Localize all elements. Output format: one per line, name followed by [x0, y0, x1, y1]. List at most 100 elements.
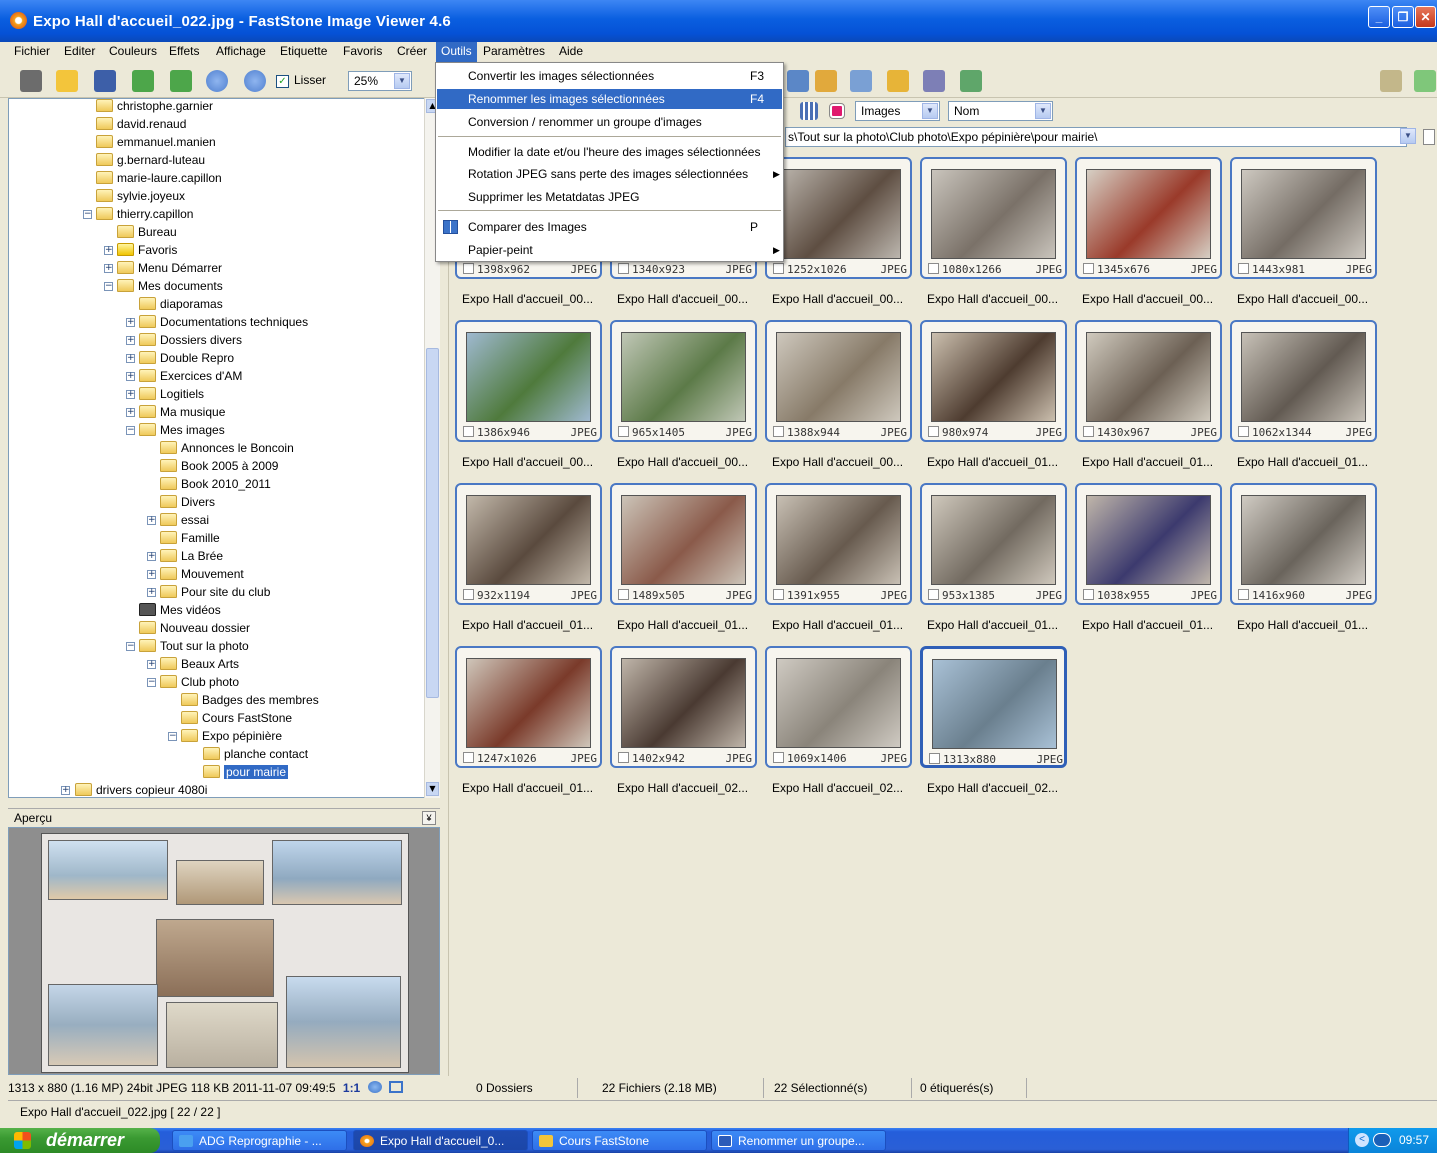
expand-icon[interactable]: + — [104, 246, 113, 255]
tag-checkbox[interactable] — [928, 589, 939, 600]
thumbnail-frame[interactable]: 1313x880 JPEG — [920, 646, 1067, 768]
zoom-in-icon[interactable] — [206, 70, 228, 92]
path-input[interactable]: s\Tout sur la photo\Club photo\Expo pépi… — [785, 127, 1407, 147]
thumbnail-frame[interactable]: 1443x981 JPEG — [1230, 157, 1377, 279]
thumbnail-cell[interactable]: 1402x942 JPEG Expo Hall d'accueil_02... — [610, 646, 757, 809]
thumbnail-image[interactable] — [776, 495, 901, 585]
menu-item-supprimer-metadatas[interactable]: Supprimer les Metatdatas JPEG — [437, 187, 782, 207]
thumbnail-cell[interactable]: 1388x944 JPEG Expo Hall d'accueil_00... — [765, 320, 912, 483]
thumbnail-cell[interactable]: 1252x1026 JPEG Expo Hall d'accueil_00... — [765, 157, 912, 320]
collapse-icon[interactable]: − — [126, 426, 135, 435]
expand-icon[interactable]: + — [126, 372, 135, 381]
tree-node[interactable]: Menu Démarrer — [117, 259, 222, 277]
menu-item-papier-peint[interactable]: Papier-peint ▶ — [437, 240, 782, 260]
thumbnail-frame[interactable]: 980x974 JPEG — [920, 320, 1067, 442]
expand-icon[interactable]: + — [61, 786, 70, 795]
tag-checkbox[interactable] — [618, 263, 629, 274]
fit-icon[interactable] — [388, 1081, 403, 1093]
thumbnail-frame[interactable]: 1038x955 JPEG — [1075, 483, 1222, 605]
desktop-icon[interactable] — [960, 70, 982, 92]
tree-node[interactable]: Documentations techniques — [139, 313, 308, 331]
tree-node-selected[interactable]: pour mairie — [203, 763, 289, 781]
tree-node[interactable]: Bureau — [117, 223, 177, 241]
thumbnail-frame[interactable]: 932x1194 JPEG — [455, 483, 602, 605]
view-icon[interactable] — [787, 70, 809, 92]
thumbnail-frame[interactable]: 1430x967 JPEG — [1075, 320, 1222, 442]
thumbnail-cell[interactable]: 1038x955 JPEG Expo Hall d'accueil_01... — [1075, 483, 1222, 646]
menu-item-comparer[interactable]: Comparer des Images P — [437, 217, 782, 237]
menu-editer[interactable]: Editer — [59, 42, 100, 62]
sort-combo[interactable]: Nom ▼ — [948, 101, 1053, 121]
thumbnail-cell[interactable]: 965x1405 JPEG Expo Hall d'accueil_00... — [610, 320, 757, 483]
thumbnail-cell[interactable]: 932x1194 JPEG Expo Hall d'accueil_01... — [455, 483, 602, 646]
folder-tree[interactable]: christophe.garnier david.renaud emmanuel… — [8, 98, 440, 798]
tree-node[interactable]: Book 2010_2011 — [160, 475, 271, 493]
tree-node[interactable]: Expo pépinière — [181, 727, 282, 745]
tree-node[interactable]: emmanuel.manien — [96, 133, 216, 151]
tag-checkbox[interactable] — [618, 752, 629, 763]
tree-node[interactable]: Ma musique — [139, 403, 225, 421]
expand-icon[interactable]: + — [147, 570, 156, 579]
thumbnail-image[interactable] — [776, 658, 901, 748]
tree-node[interactable]: thierry.capillon — [96, 205, 193, 223]
expand-icon[interactable]: + — [126, 318, 135, 327]
chevron-left-icon[interactable]: < — [1355, 1133, 1369, 1147]
tag-checkbox[interactable] — [1238, 263, 1249, 274]
menu-item-rotation[interactable]: Rotation JPEG sans perte des images séle… — [437, 164, 782, 184]
tag-checkbox[interactable] — [463, 263, 474, 274]
expand-icon[interactable]: + — [104, 264, 113, 273]
thumbnail-image[interactable] — [1086, 332, 1211, 422]
start-button[interactable]: démarrer — [0, 1128, 160, 1153]
open-folder-icon[interactable] — [56, 70, 78, 92]
thumbnail-size-icon[interactable] — [800, 102, 818, 120]
move-icon[interactable] — [367, 1081, 382, 1093]
thumbnail-image[interactable] — [621, 332, 746, 422]
thumbnail-frame[interactable]: 1069x1406 JPEG — [765, 646, 912, 768]
tag-checkbox[interactable] — [928, 263, 939, 274]
tree-node[interactable]: christophe.garnier — [96, 99, 213, 115]
menu-effets[interactable]: Effets — [164, 42, 204, 62]
task-button[interactable]: Cours FastStone — [532, 1130, 707, 1151]
tag-checkbox[interactable] — [1083, 589, 1094, 600]
tree-node[interactable]: Club photo — [160, 673, 239, 691]
tag-checkbox[interactable] — [928, 426, 939, 437]
menu-item-conversion-groupe[interactable]: Conversion / renommer un groupe d'images — [437, 112, 782, 132]
tag-checkbox[interactable] — [929, 753, 940, 764]
tag-checkbox[interactable] — [1083, 263, 1094, 274]
menu-favoris[interactable]: Favoris — [338, 42, 387, 62]
thumbnail-frame[interactable]: 1388x944 JPEG — [765, 320, 912, 442]
expand-icon[interactable]: + — [147, 660, 156, 669]
thumbnail-image[interactable] — [466, 332, 591, 422]
menu-aide[interactable]: Aide — [554, 42, 588, 62]
close-button[interactable]: ✕ — [1415, 6, 1436, 28]
tag-checkbox[interactable] — [463, 752, 474, 763]
expand-icon[interactable]: + — [126, 354, 135, 363]
thumbnail-cell[interactable]: 1416x960 JPEG Expo Hall d'accueil_01... — [1230, 483, 1377, 646]
tree-node[interactable]: Double Repro — [139, 349, 234, 367]
scroll-thumb[interactable] — [426, 348, 439, 698]
tree-node[interactable]: Annonces le Boncoin — [160, 439, 294, 457]
layout-icon[interactable] — [1380, 70, 1402, 92]
menu-fichier[interactable]: Fichier — [9, 42, 55, 62]
tree-node[interactable]: Mes vidéos — [139, 601, 221, 619]
ratio-button[interactable]: 1:1 — [343, 1081, 360, 1095]
expand-icon[interactable]: + — [126, 336, 135, 345]
tag-checkbox[interactable] — [773, 752, 784, 763]
menu-parametres[interactable]: Paramètres — [478, 42, 550, 62]
thumbnail-cell[interactable]: 1386x946 JPEG Expo Hall d'accueil_00... — [455, 320, 602, 483]
tree-node[interactable]: Nouveau dossier — [139, 619, 250, 637]
collapse-panel-icon[interactable]: ¥ — [422, 811, 436, 825]
thumbnail-cell[interactable]: 1069x1406 JPEG Expo Hall d'accueil_02... — [765, 646, 912, 809]
thumbnail-frame[interactable]: 953x1385 JPEG — [920, 483, 1067, 605]
thumbnail-image[interactable] — [466, 495, 591, 585]
tree-node[interactable]: Favoris — [117, 241, 177, 259]
thumbnail-image[interactable] — [621, 495, 746, 585]
thumbnail-image[interactable] — [931, 495, 1056, 585]
menu-affichage[interactable]: Affichage — [211, 42, 271, 62]
menu-outils[interactable]: Outils — [436, 42, 477, 62]
thumbnail-frame[interactable]: 1386x946 JPEG — [455, 320, 602, 442]
task-button[interactable]: ADG Reprographie - ... — [172, 1130, 347, 1151]
menu-item-modifier-date[interactable]: Modifier la date et/ou l'heure des image… — [437, 142, 782, 162]
tag-checkbox[interactable] — [773, 426, 784, 437]
tag-checkbox[interactable] — [463, 589, 474, 600]
